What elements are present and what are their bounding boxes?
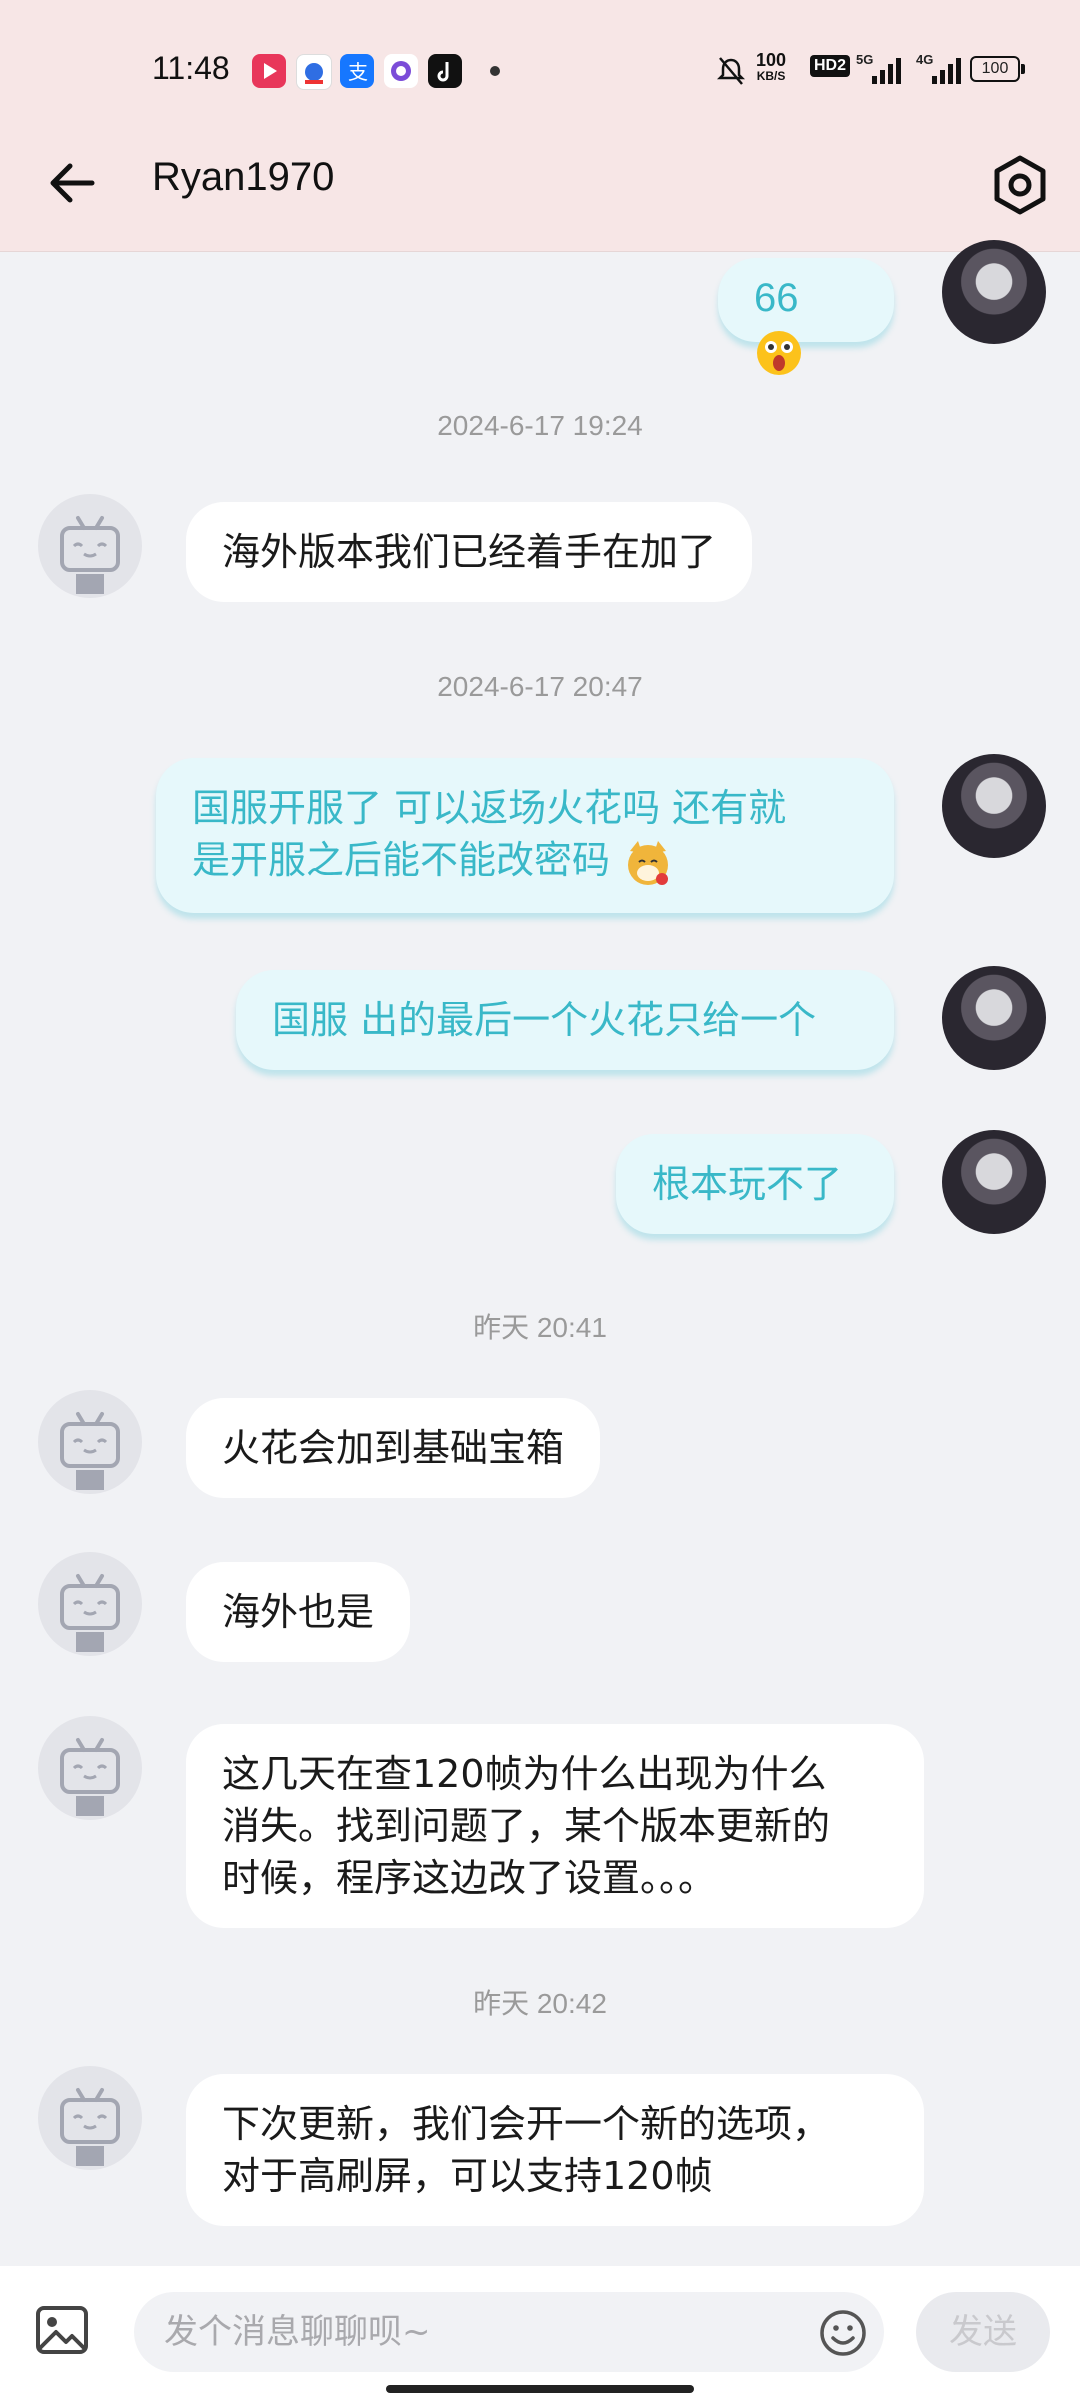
message-line: 下次更新，我们会开一个新的选项， (222, 2102, 831, 2146)
arrow-left-icon[interactable] (40, 150, 106, 216)
composer-bar: 发送 (0, 2266, 1080, 2400)
message-bubble-right[interactable]: 66 (718, 258, 894, 375)
more-dot-icon (490, 66, 500, 76)
message-bubble-left[interactable]: 火花会加到基础宝箱 (186, 1398, 601, 1498)
net-speed-unit: KB/S (756, 69, 786, 83)
mute-bell-icon (716, 57, 746, 85)
baidu-app-icon (296, 54, 332, 90)
signal-5g-icon: 5G (856, 52, 906, 88)
message-line: 是开服之后能不能改密码 (192, 838, 611, 882)
bilibili-tv-avatar[interactable] (38, 1552, 142, 1656)
status-time: 11:48 (152, 50, 230, 86)
tv-mascot-icon (60, 516, 120, 594)
message-bubble-left[interactable]: 下次更新，我们会开一个新的选项， 对于高刷屏，可以支持120帧 (186, 2074, 924, 2226)
status-bar: 11:48 支 100 KB/S HD2 5G 4G 100 (0, 0, 1080, 140)
net-speed: 100 KB/S (756, 50, 787, 84)
bilibili-tv-avatar[interactable] (38, 1716, 142, 1820)
timestamp: 2024-6-17 19:24 (437, 410, 643, 441)
user-avatar[interactable] (942, 1130, 1046, 1234)
message-text: 66 (754, 276, 799, 320)
tv-mascot-icon (60, 1574, 120, 1652)
message-bubble-right[interactable]: 国服开服了 可以返场火花吗 还有就 是开服之后能不能改密码 (156, 758, 894, 913)
svg-text:支: 支 (348, 60, 368, 84)
message-line: 对于高刷屏，可以支持120帧 (222, 2154, 713, 2198)
image-picker-icon[interactable] (34, 2302, 90, 2358)
tv-mascot-icon (60, 1738, 120, 1816)
emoji-icon[interactable] (818, 2308, 868, 2358)
top-bar: 11:48 支 100 KB/S HD2 5G 4G 100 Ryan1970 (0, 0, 1080, 252)
shocked-face-emoji-icon (757, 330, 801, 375)
message-bubble-right[interactable]: 根本玩不了 (616, 1134, 894, 1234)
message-bubble-left[interactable]: 这几天在查120帧为什么出现为什么 消失。找到问题了，某个版本更新的 时候，程序… (186, 1724, 924, 1928)
bilibili-tv-avatar[interactable] (38, 494, 142, 598)
user-avatar[interactable] (942, 240, 1046, 344)
dog-face-emoji-icon (628, 840, 669, 885)
video-app-icon (252, 54, 286, 88)
message-line: 这几天在查120帧为什么出现为什么 (222, 1752, 827, 1796)
timestamp: 2024-6-17 20:47 (437, 671, 643, 702)
battery-icon: 100 (970, 56, 1025, 82)
user-avatar[interactable] (942, 966, 1046, 1070)
chat-title: Ryan1970 (152, 155, 335, 199)
bilibili-tv-avatar[interactable] (38, 1390, 142, 1494)
message-input[interactable] (134, 2292, 884, 2372)
gear-icon[interactable] (985, 150, 1055, 220)
send-button[interactable]: 发送 (916, 2292, 1050, 2372)
message-bubble-left[interactable]: 海外版本我们已经着手在加了 (186, 502, 753, 602)
user-avatar[interactable] (942, 754, 1046, 858)
message-line: 国服开服了 可以返场火花吗 还有就 (192, 786, 787, 830)
home-indicator[interactable] (386, 2385, 694, 2393)
signal-4g-icon: 4G (916, 52, 966, 88)
net-speed-value: 100 (756, 50, 787, 70)
tiktok-app-icon (428, 54, 462, 88)
message-line: 消失。找到问题了，某个版本更新的 (222, 1804, 831, 1848)
message-bubble-right[interactable]: 国服 出的最后一个火花只给一个 (236, 970, 894, 1070)
tv-mascot-icon (60, 2088, 120, 2166)
message-bubble-left[interactable]: 海外也是 (186, 1562, 411, 1662)
bilibili-tv-avatar[interactable] (38, 2066, 142, 2170)
tv-mascot-icon (60, 1412, 120, 1490)
message-line: 时候，程序这边改了设置。。。 (222, 1856, 717, 1900)
timestamp: 昨天 20:41 (473, 1312, 607, 1343)
alipay-app-icon: 支 (340, 54, 374, 88)
timestamp: 昨天 20:42 (473, 1988, 607, 2019)
chat-app-icon (384, 54, 418, 88)
hd-badge: HD2 (810, 55, 851, 77)
